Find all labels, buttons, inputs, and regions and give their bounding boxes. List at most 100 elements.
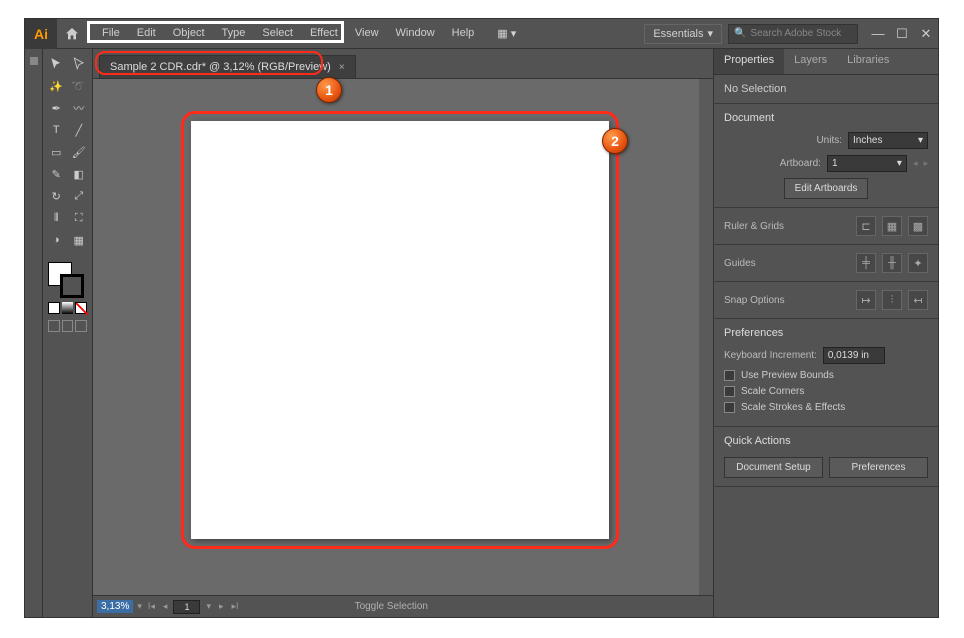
scale-strokes-checkbox[interactable]: Scale Strokes & Effects	[724, 402, 928, 413]
tool-palette: ✨➰ ✒〰 T╱ ▭🖌 ✎◧ ↻⤢ ⫴⛶ ◑▦	[43, 49, 93, 617]
free-transform-tool[interactable]: ⛶	[68, 207, 91, 229]
color-mode-gradient[interactable]	[62, 302, 74, 314]
direct-selection-tool[interactable]	[68, 53, 91, 75]
curvature-tool[interactable]: 〰	[68, 97, 91, 119]
edit-artboards-button[interactable]: Edit Artboards	[784, 178, 869, 199]
color-mode-solid[interactable]	[48, 302, 60, 314]
prev-artboard-icon[interactable]: ◂	[161, 601, 170, 612]
tab-libraries[interactable]: Libraries	[837, 49, 899, 74]
last-artboard-icon[interactable]: ▸I	[230, 601, 241, 612]
snap-grid-icon[interactable]: ↤	[908, 290, 928, 310]
zoom-dropdown-icon[interactable]: ▾	[137, 601, 142, 612]
preferences-section: Preferences Keyboard Increment: 0,0139 in…	[714, 319, 938, 427]
snap-point-icon[interactable]: ⫶	[882, 290, 902, 310]
search-input[interactable]: 🔍 Search Adobe Stock	[728, 24, 858, 44]
chevron-down-icon: ▾	[918, 135, 923, 146]
keyboard-increment-label: Keyboard Increment:	[724, 350, 817, 361]
artboard[interactable]	[191, 121, 609, 539]
lock-guides-icon[interactable]: ╫	[882, 253, 902, 273]
eraser-tool[interactable]: ◧	[68, 163, 91, 185]
status-bar: 3,13% ▾ I◂ ◂ 1 ▾ ▸ ▸I Toggle Selection	[93, 595, 713, 617]
width-tool[interactable]: ⫴	[45, 207, 68, 229]
tab-layers[interactable]: Layers	[784, 49, 837, 74]
snap-label: Snap Options	[724, 295, 785, 306]
perspective-tool[interactable]: ▦	[68, 229, 91, 251]
artboard-label: Artboard:	[780, 158, 821, 169]
app-window: Ai File Edit Object Type Select Effect V…	[24, 18, 939, 618]
minimize-button[interactable]: —	[866, 24, 890, 44]
selection-status: No Selection	[714, 75, 938, 104]
search-placeholder: Search Adobe Stock	[750, 28, 841, 39]
rotate-tool[interactable]: ↻	[45, 185, 68, 207]
artboard-nav: I◂ ◂ 1 ▾ ▸ ▸I	[146, 600, 241, 614]
brush-tool[interactable]: 🖌	[68, 141, 91, 163]
artboard-number[interactable]: 1	[173, 600, 200, 614]
first-artboard-icon[interactable]: I◂	[146, 601, 157, 612]
selection-tool[interactable]	[45, 53, 68, 75]
stroke-color[interactable]	[60, 274, 84, 298]
zoom-level[interactable]: 3,13%	[97, 600, 133, 613]
grid-icon[interactable]: ▦	[882, 216, 902, 236]
artboard-select[interactable]: 1▾	[827, 155, 907, 172]
rectangle-tool[interactable]: ▭	[45, 141, 68, 163]
ruler-grids-section: Ruler & Grids ⊏ ▦ ▩	[714, 208, 938, 245]
magic-wand-tool[interactable]: ✨	[45, 75, 68, 97]
document-setup-button[interactable]: Document Setup	[724, 457, 823, 478]
document-tab-bar: Sample 2 CDR.cdr* @ 3,12% (RGB/Preview) …	[93, 49, 713, 79]
color-mode-none[interactable]	[75, 302, 87, 314]
quick-actions-heading: Quick Actions	[724, 435, 928, 447]
status-text: Toggle Selection	[355, 601, 428, 612]
draw-normal-icon[interactable]	[48, 320, 60, 332]
snap-section: Snap Options ↦ ⫶ ↤	[714, 282, 938, 319]
preferences-button[interactable]: Preferences	[829, 457, 928, 478]
smart-guides-icon[interactable]: ✦	[908, 253, 928, 273]
home-icon[interactable]	[57, 26, 87, 42]
keyboard-increment-input[interactable]: 0,0139 in	[823, 347, 885, 364]
close-button[interactable]: ✕	[914, 24, 938, 44]
arrange-docs-icon[interactable]: ▦ ▾	[490, 24, 523, 43]
pen-tool[interactable]: ✒	[45, 97, 68, 119]
menu-window[interactable]: Window	[389, 24, 442, 43]
scale-tool[interactable]: ⤢	[68, 185, 91, 207]
search-icon: 🔍	[734, 28, 746, 39]
document-tab-close-icon[interactable]: ×	[339, 62, 345, 73]
color-swatch[interactable]	[45, 259, 90, 335]
snap-pixel-icon[interactable]: ↦	[856, 290, 876, 310]
shaper-tool[interactable]: ✎	[45, 163, 68, 185]
vertical-scrollbar[interactable]	[699, 79, 713, 595]
checkbox-icon	[724, 402, 735, 413]
artboard-nav-dropdown-icon[interactable]: ▾	[204, 601, 213, 612]
guides-section: Guides ╪╫✦	[714, 245, 938, 282]
next-artboard-icon[interactable]: ▸	[217, 601, 226, 612]
ruler-icon[interactable]: ⊏	[856, 216, 876, 236]
preferences-heading: Preferences	[724, 327, 928, 339]
ruler-grids-label: Ruler & Grids	[724, 221, 784, 232]
expand-tools-icon[interactable]	[30, 57, 38, 65]
lasso-tool[interactable]: ➰	[68, 75, 91, 97]
use-preview-bounds-checkbox[interactable]: Use Preview Bounds	[724, 370, 928, 381]
tab-properties[interactable]: Properties	[714, 49, 784, 74]
line-tool[interactable]: ╱	[68, 119, 91, 141]
draw-inside-icon[interactable]	[75, 320, 87, 332]
transparency-grid-icon[interactable]: ▩	[908, 216, 928, 236]
annotation-callout-2: 2	[602, 128, 628, 154]
prev-artboard-icon[interactable]: ◂	[913, 158, 918, 169]
maximize-button[interactable]: ☐	[890, 24, 914, 44]
scale-corners-checkbox[interactable]: Scale Corners	[724, 386, 928, 397]
chevron-down-icon: ▾	[707, 27, 713, 40]
workspace-switcher[interactable]: Essentials▾	[644, 24, 722, 44]
shape-builder-tool[interactable]: ◑	[45, 229, 68, 251]
show-guides-icon[interactable]: ╪	[856, 253, 876, 273]
window-controls: — ☐ ✕	[866, 24, 938, 44]
next-artboard-icon[interactable]: ▸	[923, 158, 928, 169]
canvas[interactable]	[93, 79, 713, 595]
type-tool[interactable]: T	[45, 119, 68, 141]
units-label: Units:	[816, 135, 842, 146]
menu-view[interactable]: View	[348, 24, 386, 43]
draw-behind-icon[interactable]	[62, 320, 74, 332]
annotation-callout-1: 1	[316, 77, 342, 103]
units-select[interactable]: Inches▾	[848, 132, 928, 149]
document-tab[interactable]: Sample 2 CDR.cdr* @ 3,12% (RGB/Preview) …	[99, 55, 356, 78]
menu-help[interactable]: Help	[445, 24, 482, 43]
properties-panel: Properties Layers Libraries No Selection…	[713, 49, 938, 617]
